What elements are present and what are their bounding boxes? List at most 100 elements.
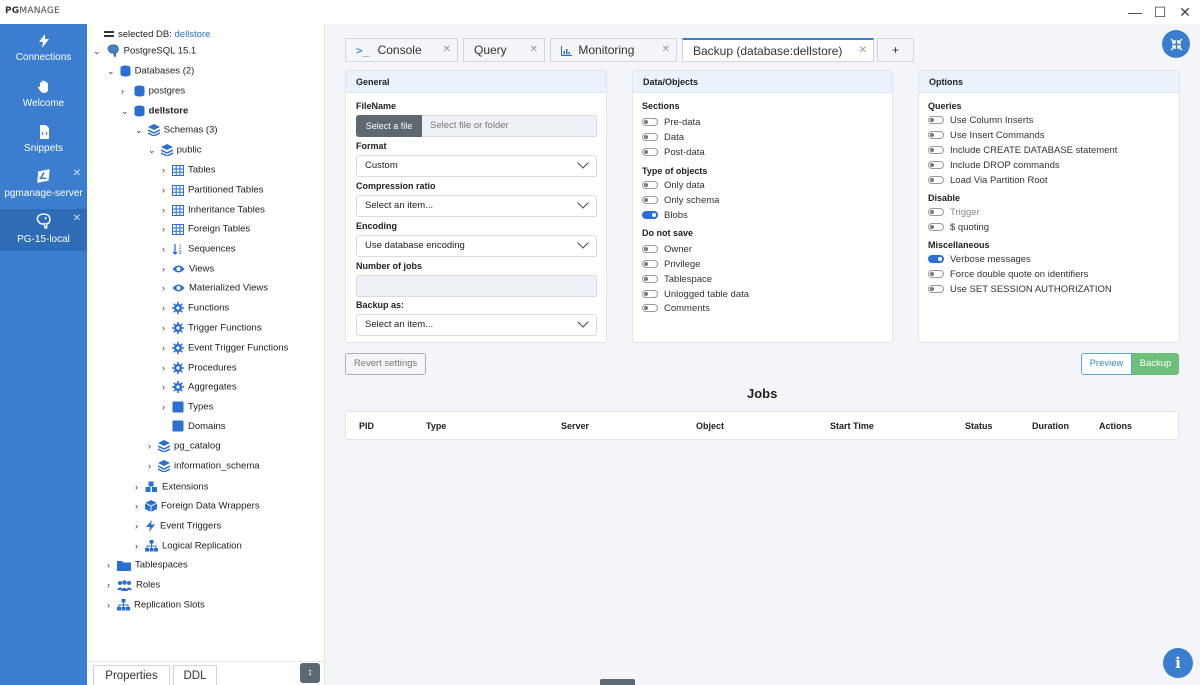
- toggle-post-data[interactable]: Post-data: [642, 146, 705, 160]
- chevron-down-icon[interactable]: ⌄: [148, 141, 158, 159]
- toggle-create-database[interactable]: Include CREATE DATABASE statement: [928, 144, 1117, 158]
- chevron-right-icon[interactable]: ›: [162, 299, 172, 317]
- chevron-right-icon[interactable]: ›: [162, 181, 172, 199]
- tree-event-trigger-functions[interactable]: ›Event Trigger Functions: [162, 339, 288, 357]
- toggle-unlogged-table-data[interactable]: Unlogged table data: [642, 288, 749, 302]
- revert-settings-button[interactable]: Revert settings: [345, 353, 426, 375]
- tab-properties[interactable]: Properties: [93, 665, 170, 685]
- toggle-pre-data[interactable]: Pre-data: [642, 116, 700, 130]
- tree-partitioned-tables[interactable]: ›Partitioned Tables: [162, 181, 263, 199]
- chevron-down-icon[interactable]: ⌄: [135, 121, 145, 139]
- toggle-trigger[interactable]: Trigger: [928, 206, 980, 220]
- compression-select[interactable]: Select an item...: [356, 195, 597, 217]
- toggle-verbose[interactable]: Verbose messages: [928, 253, 1031, 267]
- toggle-switch[interactable]: [928, 208, 944, 216]
- chevron-right-icon[interactable]: ›: [162, 319, 172, 337]
- close-window-button[interactable]: ✕: [1174, 3, 1196, 21]
- toggle-privilege[interactable]: Privilege: [642, 258, 700, 272]
- toggle-switch[interactable]: [642, 260, 658, 268]
- tab-ddl[interactable]: DDL: [173, 665, 217, 685]
- chevron-right-icon[interactable]: ›: [162, 279, 172, 297]
- select-file-button[interactable]: Select a file: [356, 115, 422, 137]
- chevron-right-icon[interactable]: ›: [135, 478, 145, 496]
- chevron-right-icon[interactable]: ›: [162, 201, 172, 219]
- close-icon[interactable]: ✕: [73, 168, 81, 179]
- info-button[interactable]: i: [1163, 648, 1193, 678]
- chevron-right-icon[interactable]: ›: [162, 359, 172, 377]
- rail-pg-15-local[interactable]: ✕ PG-15-local: [0, 209, 87, 251]
- backup-as-select[interactable]: Select an item...: [356, 314, 597, 336]
- close-icon[interactable]: ✕: [443, 39, 451, 61]
- chevron-right-icon[interactable]: ›: [107, 596, 117, 614]
- toggle-switch[interactable]: [928, 161, 944, 169]
- tree-tables[interactable]: ›Tables: [162, 161, 215, 179]
- tree-schemas[interactable]: ⌄ Schemas (3): [135, 121, 218, 139]
- toggle-switch[interactable]: [642, 133, 658, 141]
- backup-button[interactable]: Backup: [1132, 353, 1179, 375]
- chevron-right-icon[interactable]: ›: [107, 556, 117, 574]
- tree-server[interactable]: ⌄ PostgreSQL 15.1: [93, 42, 196, 60]
- toggle-only-schema[interactable]: Only schema: [642, 194, 719, 208]
- toggle-switch[interactable]: [642, 118, 658, 126]
- chevron-right-icon[interactable]: ›: [162, 161, 172, 179]
- chevron-right-icon[interactable]: ›: [162, 240, 172, 258]
- chevron-right-icon[interactable]: ›: [135, 517, 145, 535]
- tree-tablespaces[interactable]: ›Tablespaces: [107, 556, 188, 574]
- toggle-switch[interactable]: [642, 148, 658, 156]
- toggle-switch[interactable]: [642, 275, 658, 283]
- close-icon[interactable]: ✕: [73, 213, 81, 224]
- tree-schema-information-schema[interactable]: ›information_schema: [148, 457, 260, 475]
- toggle-insert-commands[interactable]: Use Insert Commands: [928, 129, 1045, 143]
- rail-pgmanage-server[interactable]: ✕ pgmanage-server: [0, 164, 87, 209]
- chevron-right-icon[interactable]: ›: [162, 378, 172, 396]
- chevron-right-icon[interactable]: ›: [148, 437, 158, 455]
- toggle-switch[interactable]: [642, 181, 658, 189]
- chevron-right-icon[interactable]: ›: [121, 82, 131, 100]
- tree-replication-slots[interactable]: ›Replication Slots: [107, 596, 205, 614]
- toggle-switch[interactable]: [642, 304, 658, 312]
- tab-backup[interactable]: Backup (database:dellstore) ✕: [682, 38, 874, 62]
- preview-button[interactable]: Preview: [1081, 353, 1132, 375]
- toggle-switch[interactable]: [928, 131, 944, 139]
- toggle-set-session-auth[interactable]: Use SET SESSION AUTHORIZATION: [928, 283, 1112, 297]
- chevron-down-icon[interactable]: ⌄: [93, 42, 103, 60]
- rail-snippets[interactable]: Snippets: [0, 125, 87, 154]
- minimize-button[interactable]: —: [1124, 3, 1146, 21]
- tree-aggregates[interactable]: ›Aggregates: [162, 378, 237, 396]
- tree-logical-replication[interactable]: ›Logical Replication: [135, 537, 242, 555]
- connection-settings-button[interactable]: [1162, 30, 1190, 58]
- toggle-switch[interactable]: [928, 255, 944, 263]
- toggle-column-inserts[interactable]: Use Column Inserts: [928, 114, 1033, 128]
- close-icon[interactable]: ✕: [530, 39, 538, 61]
- panel-splitter[interactable]: [324, 24, 331, 685]
- tree-trigger-functions[interactable]: ›Trigger Functions: [162, 319, 262, 337]
- bottom-panel-handle[interactable]: [600, 679, 635, 685]
- tree-materialized-views[interactable]: ›Materialized Views: [162, 279, 268, 297]
- tree-event-triggers[interactable]: ›Event Triggers: [135, 517, 221, 535]
- toggle-force-double-quote[interactable]: Force double quote on identifiers: [928, 268, 1088, 282]
- toggle-switch[interactable]: [642, 211, 658, 219]
- tree-domains[interactable]: Domains: [162, 418, 226, 436]
- tree-inheritance-tables[interactable]: ›Inheritance Tables: [162, 201, 265, 219]
- tree-types[interactable]: ›Types: [162, 398, 213, 416]
- toggle-switch[interactable]: [928, 223, 944, 231]
- chevron-right-icon[interactable]: ›: [135, 497, 145, 515]
- chevron-down-icon[interactable]: ⌄: [121, 102, 131, 120]
- chevron-right-icon[interactable]: ›: [162, 339, 172, 357]
- toggle-switch[interactable]: [642, 290, 658, 298]
- rail-welcome[interactable]: Welcome: [0, 80, 87, 109]
- tree-procedures[interactable]: ›Procedures: [162, 359, 237, 377]
- tree-foreign-tables[interactable]: ›Foreign Tables: [162, 220, 250, 238]
- encoding-select[interactable]: Use database encoding: [356, 235, 597, 257]
- tree-views[interactable]: ›Views: [162, 260, 214, 278]
- jobs-input[interactable]: [356, 275, 597, 297]
- tab-monitoring[interactable]: Monitoring ✕: [550, 38, 677, 62]
- toggle-only-data[interactable]: Only data: [642, 179, 705, 193]
- tree-databases[interactable]: ⌄ Databases (2): [107, 62, 194, 80]
- expand-panel-button[interactable]: ↕: [300, 663, 320, 683]
- toggle-drop-commands[interactable]: Include DROP commands: [928, 159, 1060, 173]
- tree-roles[interactable]: ›Roles: [107, 576, 160, 594]
- toggle-switch[interactable]: [642, 245, 658, 253]
- tree-schema-public[interactable]: ⌄ public: [148, 141, 201, 159]
- toggle-blobs[interactable]: Blobs: [642, 209, 688, 223]
